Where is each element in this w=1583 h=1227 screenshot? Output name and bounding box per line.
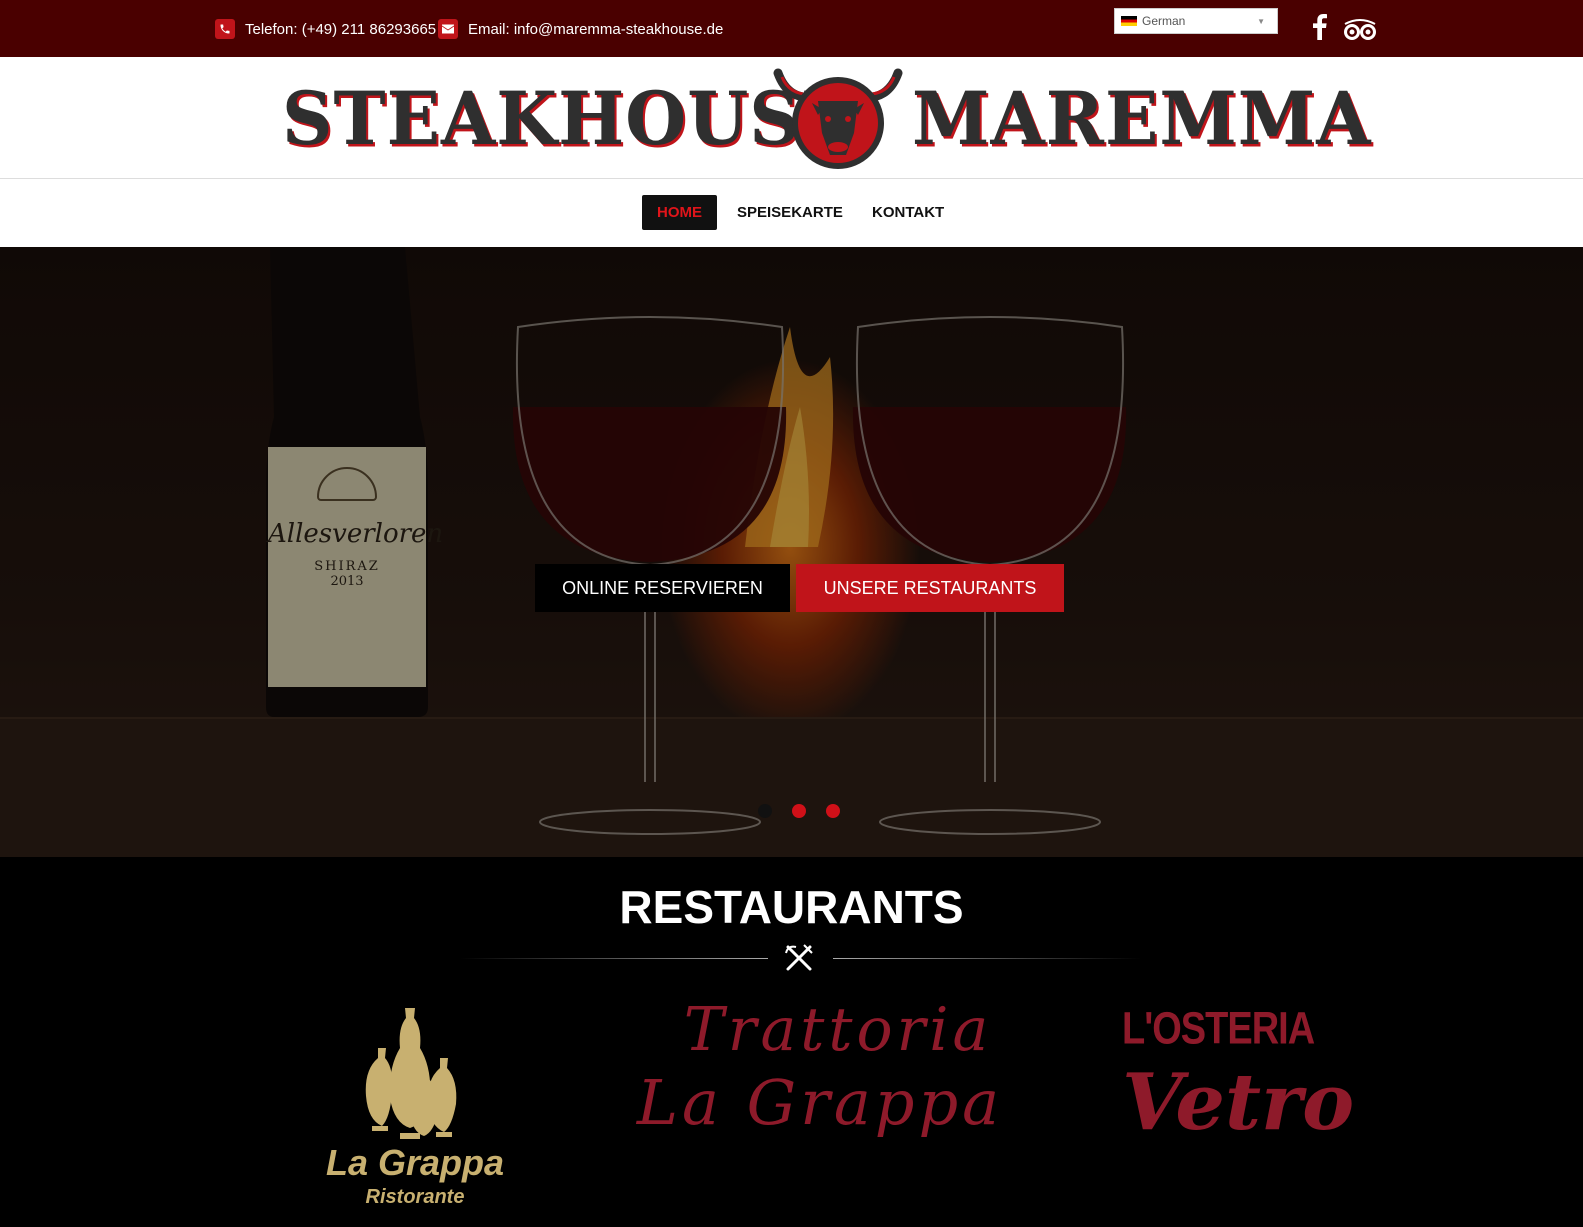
phone-contact[interactable]: Telefon: (+49) 211 86293665 xyxy=(215,19,436,39)
online-reservieren-button[interactable]: ONLINE RESERVIEREN xyxy=(535,564,790,612)
la-grappa-name: La Grappa xyxy=(325,1142,505,1183)
main-nav: HOME SPEISEKARTE KONTAKT xyxy=(0,179,1583,247)
divider-right xyxy=(833,958,1141,959)
trattoria-la-grappa-word: La Grappa xyxy=(636,1066,1004,1139)
phone-text: Telefon: (+49) 211 86293665 xyxy=(245,20,437,38)
trattoria-la-grappa-logo[interactable]: Trattoria La Grappa xyxy=(628,1000,1012,1160)
slider-dot-1[interactable] xyxy=(758,804,772,818)
chevron-down-icon: ▼ xyxy=(1257,17,1265,26)
osteria-vetro-logo[interactable]: L'OSTERIA Vetro xyxy=(1122,1006,1355,1200)
unsere-restaurants-button[interactable]: UNSERE RESTAURANTS xyxy=(796,564,1064,612)
osteria-word: L'OSTERIA xyxy=(1122,1003,1315,1055)
facebook-icon[interactable] xyxy=(1313,14,1327,45)
amphora-icon xyxy=(365,1008,457,1139)
nav-home[interactable]: HOME xyxy=(642,195,717,230)
slider-dot-3[interactable] xyxy=(826,804,840,818)
email-contact[interactable]: Email: info@maremma-steakhouse.de xyxy=(438,19,723,39)
envelope-icon xyxy=(438,19,458,39)
hero-overlay xyxy=(0,247,1583,857)
slider-dot-2[interactable] xyxy=(792,804,806,818)
bull-logo-icon xyxy=(773,68,903,169)
german-flag-icon xyxy=(1121,16,1137,26)
top-bar: Telefon: (+49) 211 86293665 Email: info@… xyxy=(0,0,1583,57)
vetro-word: Vetro xyxy=(1122,1057,1355,1148)
language-label: German xyxy=(1142,14,1186,28)
phone-icon xyxy=(215,19,235,39)
nav-speisekarte[interactable]: SPEISEKARTE xyxy=(722,195,858,230)
email-text: Email: info@maremma-steakhouse.de xyxy=(468,20,724,38)
hero-slider: Allesverloren SHIRAZ 2013 ONLINE RESERVI… xyxy=(0,247,1583,857)
language-select[interactable]: German ▼ xyxy=(1114,8,1278,34)
restaurants-heading: RESTAURANTS xyxy=(619,881,964,933)
divider-left xyxy=(460,958,768,959)
fork-knife-icon xyxy=(785,944,813,971)
la-grappa-subtitle: Ristorante xyxy=(365,1186,465,1208)
tripadvisor-icon[interactable] xyxy=(1341,18,1379,47)
nav-kontakt[interactable]: KONTAKT xyxy=(857,195,959,230)
site-header: STEAKHOUSE MAREMMA xyxy=(0,57,1583,179)
logo-text-right: MAREMMA xyxy=(912,74,1372,163)
la-grappa-ristorante-logo[interactable]: La Grappa Ristorante xyxy=(320,1008,510,1218)
trattoria-word: Trattoria xyxy=(683,995,993,1065)
